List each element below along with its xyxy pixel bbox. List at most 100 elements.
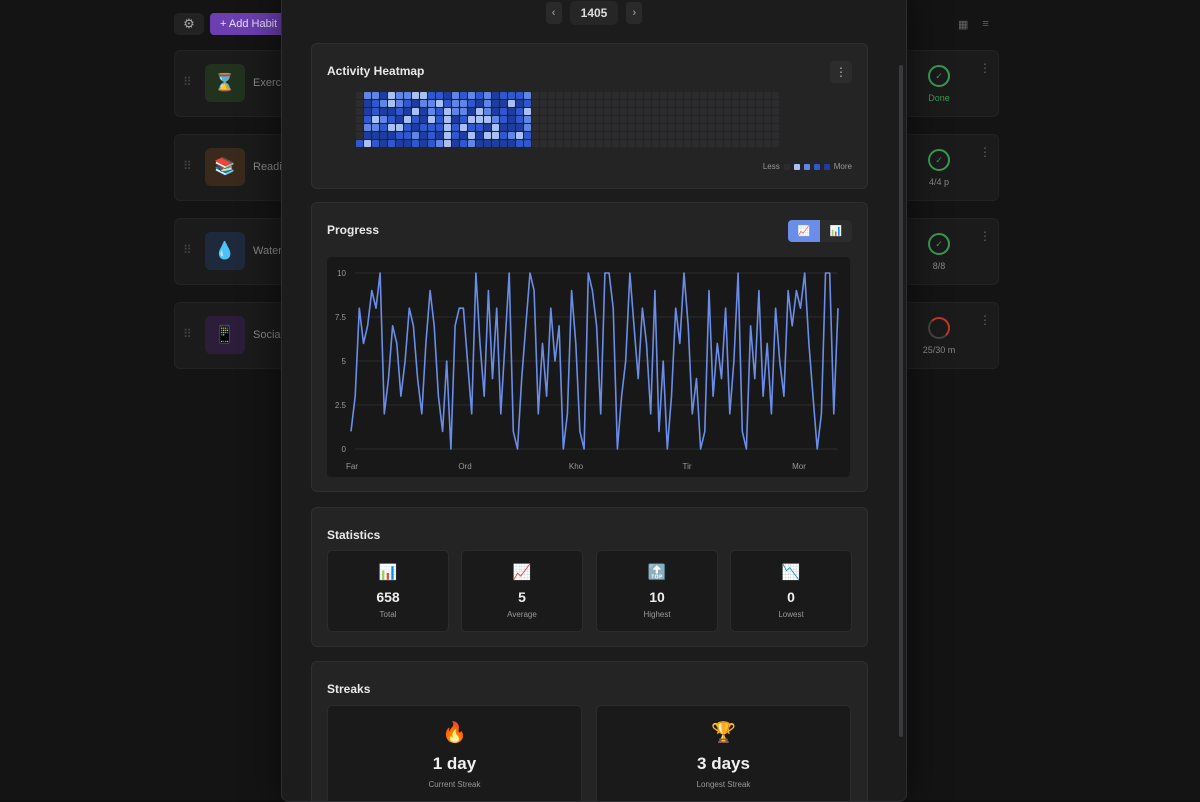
heatmap-cell[interactable]: [564, 140, 571, 147]
habit-menu-icon[interactable]: ⋮: [979, 145, 991, 159]
heatmap-cell[interactable]: [716, 124, 723, 131]
heatmap-cell[interactable]: [700, 132, 707, 139]
drag-handle-icon[interactable]: ⠿: [183, 75, 192, 89]
heatmap-cell[interactable]: [652, 100, 659, 107]
heatmap-cell[interactable]: [476, 100, 483, 107]
heatmap-cell[interactable]: [716, 108, 723, 115]
heatmap-cell[interactable]: [756, 100, 763, 107]
heatmap-cell[interactable]: [548, 108, 555, 115]
heatmap-cell[interactable]: [476, 108, 483, 115]
heatmap-cell[interactable]: [452, 92, 459, 99]
heatmap-cell[interactable]: [740, 140, 747, 147]
heatmap-cell[interactable]: [500, 140, 507, 147]
heatmap-cell[interactable]: [636, 132, 643, 139]
heatmap-cell[interactable]: [420, 124, 427, 131]
heatmap-cell[interactable]: [492, 132, 499, 139]
heatmap-cell[interactable]: [556, 92, 563, 99]
heatmap-cell[interactable]: [460, 132, 467, 139]
heatmap-cell[interactable]: [364, 92, 371, 99]
heatmap-cell[interactable]: [676, 116, 683, 123]
heatmap-cell[interactable]: [612, 124, 619, 131]
heatmap-cell[interactable]: [740, 124, 747, 131]
heatmap-cell[interactable]: [556, 140, 563, 147]
heatmap-cell[interactable]: [588, 108, 595, 115]
heatmap-cell[interactable]: [604, 108, 611, 115]
heatmap-cell[interactable]: [756, 116, 763, 123]
heatmap-cell[interactable]: [644, 140, 651, 147]
heatmap-cell[interactable]: [532, 124, 539, 131]
heatmap-cell[interactable]: [356, 116, 363, 123]
heatmap-cell[interactable]: [404, 100, 411, 107]
heatmap-cell[interactable]: [468, 100, 475, 107]
heatmap-cell[interactable]: [524, 108, 531, 115]
heatmap-cell[interactable]: [684, 92, 691, 99]
heatmap-cell[interactable]: [484, 140, 491, 147]
heatmap-cell[interactable]: [380, 100, 387, 107]
heatmap-cell[interactable]: [580, 116, 587, 123]
heatmap-cell[interactable]: [684, 116, 691, 123]
heatmap-cell[interactable]: [372, 92, 379, 99]
heatmap-cell[interactable]: [412, 132, 419, 139]
heatmap-cell[interactable]: [428, 140, 435, 147]
heatmap-cell[interactable]: [540, 100, 547, 107]
heatmap-cell[interactable]: [452, 116, 459, 123]
heatmap-cell[interactable]: [548, 116, 555, 123]
heatmap-cell[interactable]: [676, 108, 683, 115]
heatmap-cell[interactable]: [684, 100, 691, 107]
heatmap-cell[interactable]: [748, 92, 755, 99]
heatmap-cell[interactable]: [436, 116, 443, 123]
heatmap-cell[interactable]: [660, 116, 667, 123]
heatmap-cell[interactable]: [452, 124, 459, 131]
heatmap-cell[interactable]: [564, 132, 571, 139]
heatmap-cell[interactable]: [748, 116, 755, 123]
heatmap-cell[interactable]: [652, 124, 659, 131]
heatmap-cell[interactable]: [668, 132, 675, 139]
heatmap-cell[interactable]: [612, 100, 619, 107]
heatmap-cell[interactable]: [452, 108, 459, 115]
heatmap-cell[interactable]: [492, 116, 499, 123]
heatmap-cell[interactable]: [756, 140, 763, 147]
heatmap-cell[interactable]: [692, 116, 699, 123]
heatmap-cell[interactable]: [388, 92, 395, 99]
heatmap-cell[interactable]: [372, 124, 379, 131]
heatmap-cell[interactable]: [596, 132, 603, 139]
heatmap-cell[interactable]: [492, 108, 499, 115]
heatmap-cell[interactable]: [652, 116, 659, 123]
heatmap-cell[interactable]: [716, 92, 723, 99]
heatmap-cell[interactable]: [356, 140, 363, 147]
heatmap-cell[interactable]: [692, 132, 699, 139]
heatmap-cell[interactable]: [356, 92, 363, 99]
heatmap-cell[interactable]: [460, 108, 467, 115]
heatmap-cell[interactable]: [596, 116, 603, 123]
heatmap-cell[interactable]: [684, 140, 691, 147]
heatmap-cell[interactable]: [532, 132, 539, 139]
next-year-button[interactable]: ›: [626, 2, 643, 24]
heatmap-cell[interactable]: [604, 92, 611, 99]
heatmap-cell[interactable]: [540, 132, 547, 139]
heatmap-cell[interactable]: [676, 92, 683, 99]
heatmap-cell[interactable]: [620, 100, 627, 107]
heatmap-cell[interactable]: [636, 100, 643, 107]
heatmap-cell[interactable]: [404, 140, 411, 147]
heatmap-cell[interactable]: [364, 108, 371, 115]
habit-status[interactable]: 25/30 m: [904, 317, 974, 355]
gear-icon[interactable]: ⚙: [174, 13, 204, 35]
heatmap-cell[interactable]: [396, 116, 403, 123]
heatmap-cell[interactable]: [620, 132, 627, 139]
heatmap-cell[interactable]: [572, 108, 579, 115]
heatmap-cell[interactable]: [772, 92, 779, 99]
heatmap-cell[interactable]: [412, 140, 419, 147]
heatmap-cell[interactable]: [532, 108, 539, 115]
heatmap-cell[interactable]: [468, 132, 475, 139]
heatmap-cell[interactable]: [540, 92, 547, 99]
heatmap-cell[interactable]: [700, 116, 707, 123]
heatmap-cell[interactable]: [428, 132, 435, 139]
heatmap-cell[interactable]: [412, 108, 419, 115]
heatmap-cell[interactable]: [668, 100, 675, 107]
habit-status[interactable]: ✓ 4/4 p: [904, 149, 974, 187]
heatmap-cell[interactable]: [436, 140, 443, 147]
bar-chart-icon[interactable]: 📊: [820, 220, 852, 242]
heatmap-cell[interactable]: [652, 140, 659, 147]
heatmap-cell[interactable]: [356, 124, 363, 131]
heatmap-cell[interactable]: [676, 132, 683, 139]
